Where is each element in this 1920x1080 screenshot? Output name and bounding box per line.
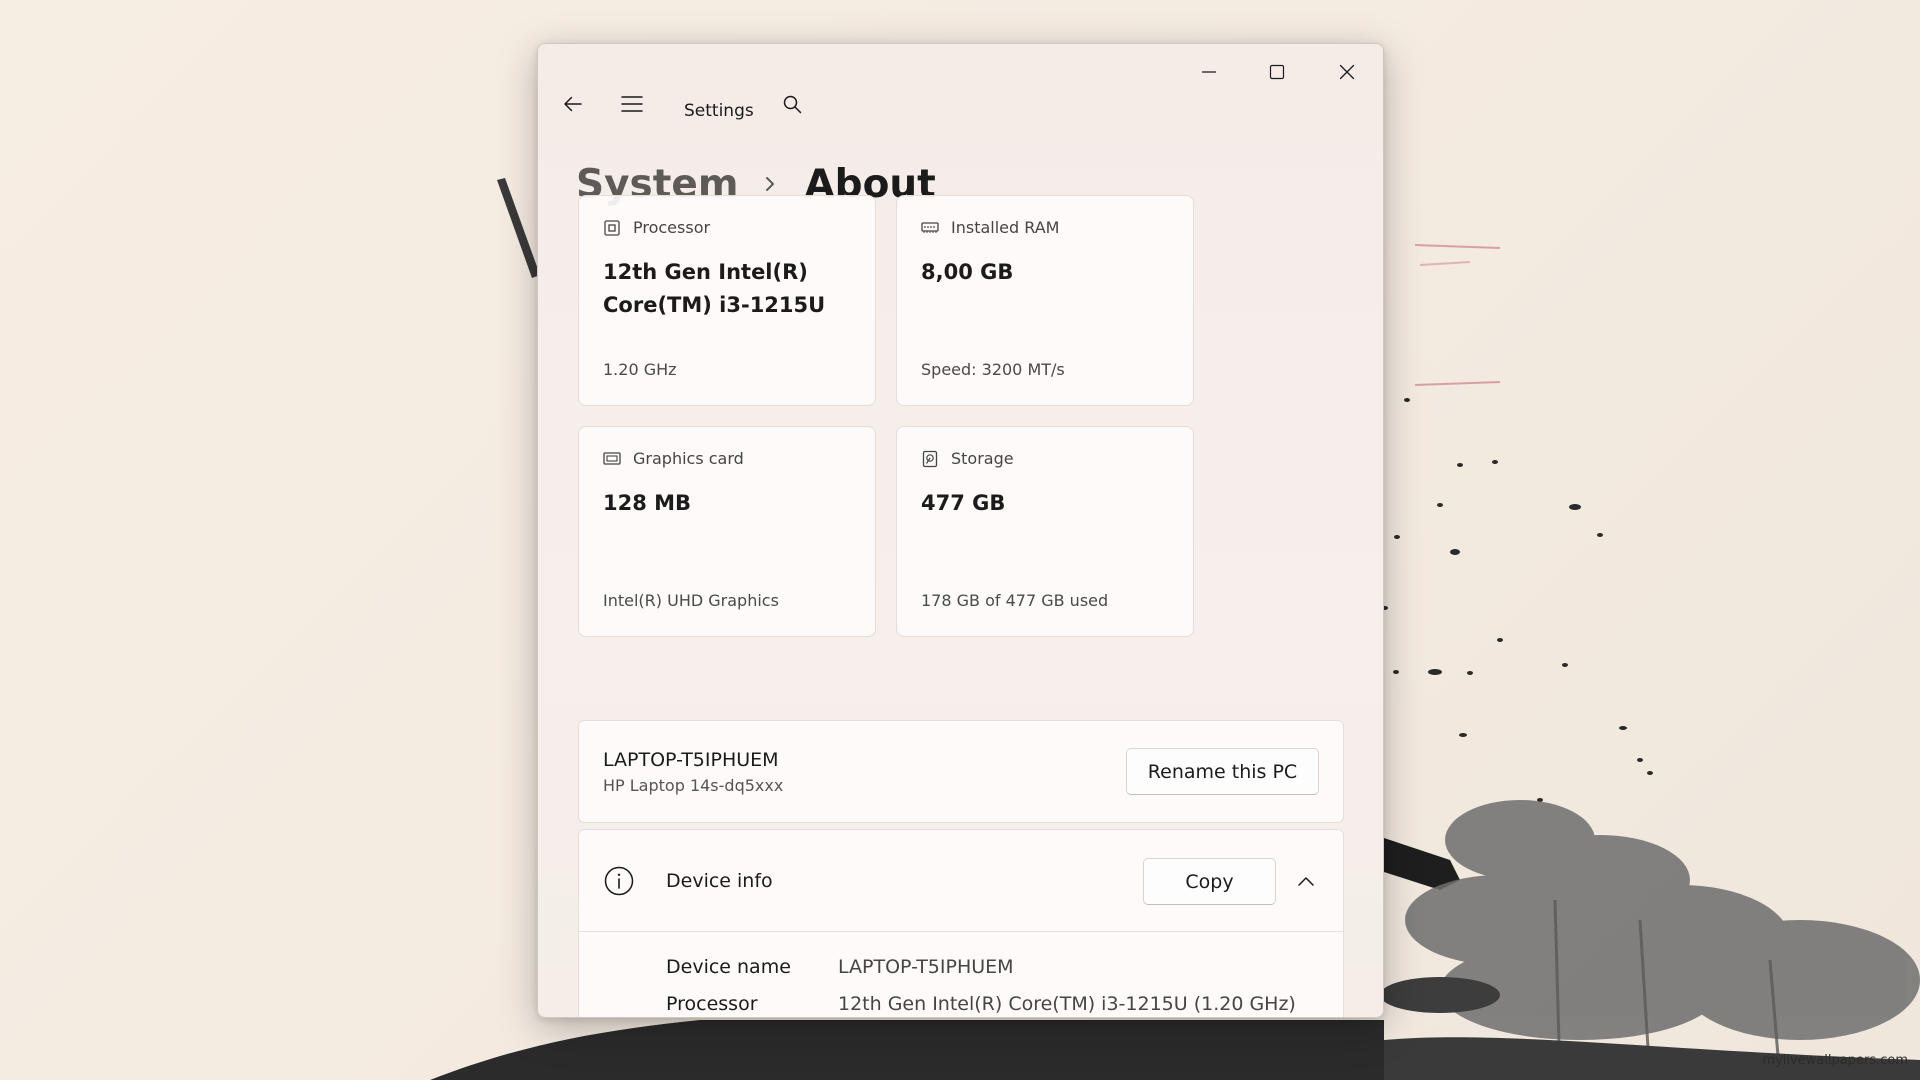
chevron-up-icon [1298,877,1314,886]
device-info-row: Processor 12th Gen Intel(R) Core(TM) i3-… [666,985,1296,1017]
close-button[interactable] [1313,52,1381,92]
device-info-panel: Device info Copy Device name LAPTOP-T5IP… [578,829,1344,1017]
storage-value: 477 GB [921,491,1006,515]
graphics-card-value: 128 MB [603,491,692,515]
graphics-card-card: Graphics card 128 MB Intel(R) UHD Graphi… [578,426,876,637]
search-button[interactable] [775,87,809,121]
settings-window: Settings System About Processor 12th Gen… [537,43,1384,1018]
minimize-button[interactable] [1175,52,1243,92]
storage-label: Storage [951,449,1014,468]
wallpaper-watermark: mylivewallpapers.com [1762,1053,1908,1068]
ram-icon [921,219,939,237]
graphics-card-label: Graphics card [633,449,744,468]
graphics-card-model: Intel(R) UHD Graphics [603,591,779,610]
maximize-button[interactable] [1243,52,1311,92]
processor-label: Processor [633,218,711,237]
pc-model: HP Laptop 14s-dq5xxx [603,776,784,795]
window-title: Settings [684,101,754,121]
close-icon [1339,64,1355,80]
device-info-header[interactable]: Device info Copy [579,830,1343,932]
back-button[interactable] [556,87,590,121]
storage-card-header: Storage [921,449,1014,468]
collapse-button[interactable] [1291,866,1321,896]
title-bar: Settings [538,44,1383,121]
maximize-icon [1269,64,1285,80]
processor-info-value: 12th Gen Intel(R) Core(TM) i3-1215U (1.2… [838,992,1296,1015]
graphics-card-icon [603,450,621,468]
storage-card: Storage 477 GB 178 GB of 477 GB used [896,426,1194,637]
pc-name-row: LAPTOP-T5IPHUEM HP Laptop 14s-dq5xxx Ren… [578,720,1344,823]
graphics-card-header: Graphics card [603,449,744,468]
device-name-label: Device name [666,955,791,978]
chevron-right-icon [764,175,776,193]
ram-speed: Speed: 3200 MT/s [921,360,1065,379]
search-icon [783,95,802,114]
processor-speed: 1.20 GHz [603,360,677,379]
device-name-value: LAPTOP-T5IPHUEM [838,955,1014,978]
ram-value: 8,00 GB [921,260,1014,284]
pc-name: LAPTOP-T5IPHUEM [603,749,779,771]
copy-button[interactable]: Copy [1143,858,1276,905]
arrow-left-icon [564,96,582,112]
hamburger-icon [621,96,643,112]
processor-info-label: Processor [666,992,758,1015]
device-info-rows: Device name LAPTOP-T5IPHUEM Processor 12… [666,948,1296,1017]
rename-pc-button[interactable]: Rename this PC [1126,748,1319,795]
device-info-title: Device info [666,870,773,892]
storage-icon [921,450,939,468]
ram-card: Installed RAM 8,00 GB Speed: 3200 MT/s [896,195,1194,406]
processor-value: 12th Gen Intel(R) Core(TM) i3-1215U [603,260,826,317]
info-icon [604,866,634,896]
device-info-row: Device name LAPTOP-T5IPHUEM [666,948,1296,985]
processor-icon [603,219,621,237]
processor-card: Processor 12th Gen Intel(R) Core(TM) i3-… [578,195,876,406]
minimize-icon [1202,71,1216,73]
storage-usage: 178 GB of 477 GB used [921,591,1109,610]
ram-card-header: Installed RAM [921,218,1059,237]
processor-card-header: Processor [603,218,710,237]
navigation-menu-button[interactable] [615,87,649,121]
ram-label: Installed RAM [951,218,1060,237]
